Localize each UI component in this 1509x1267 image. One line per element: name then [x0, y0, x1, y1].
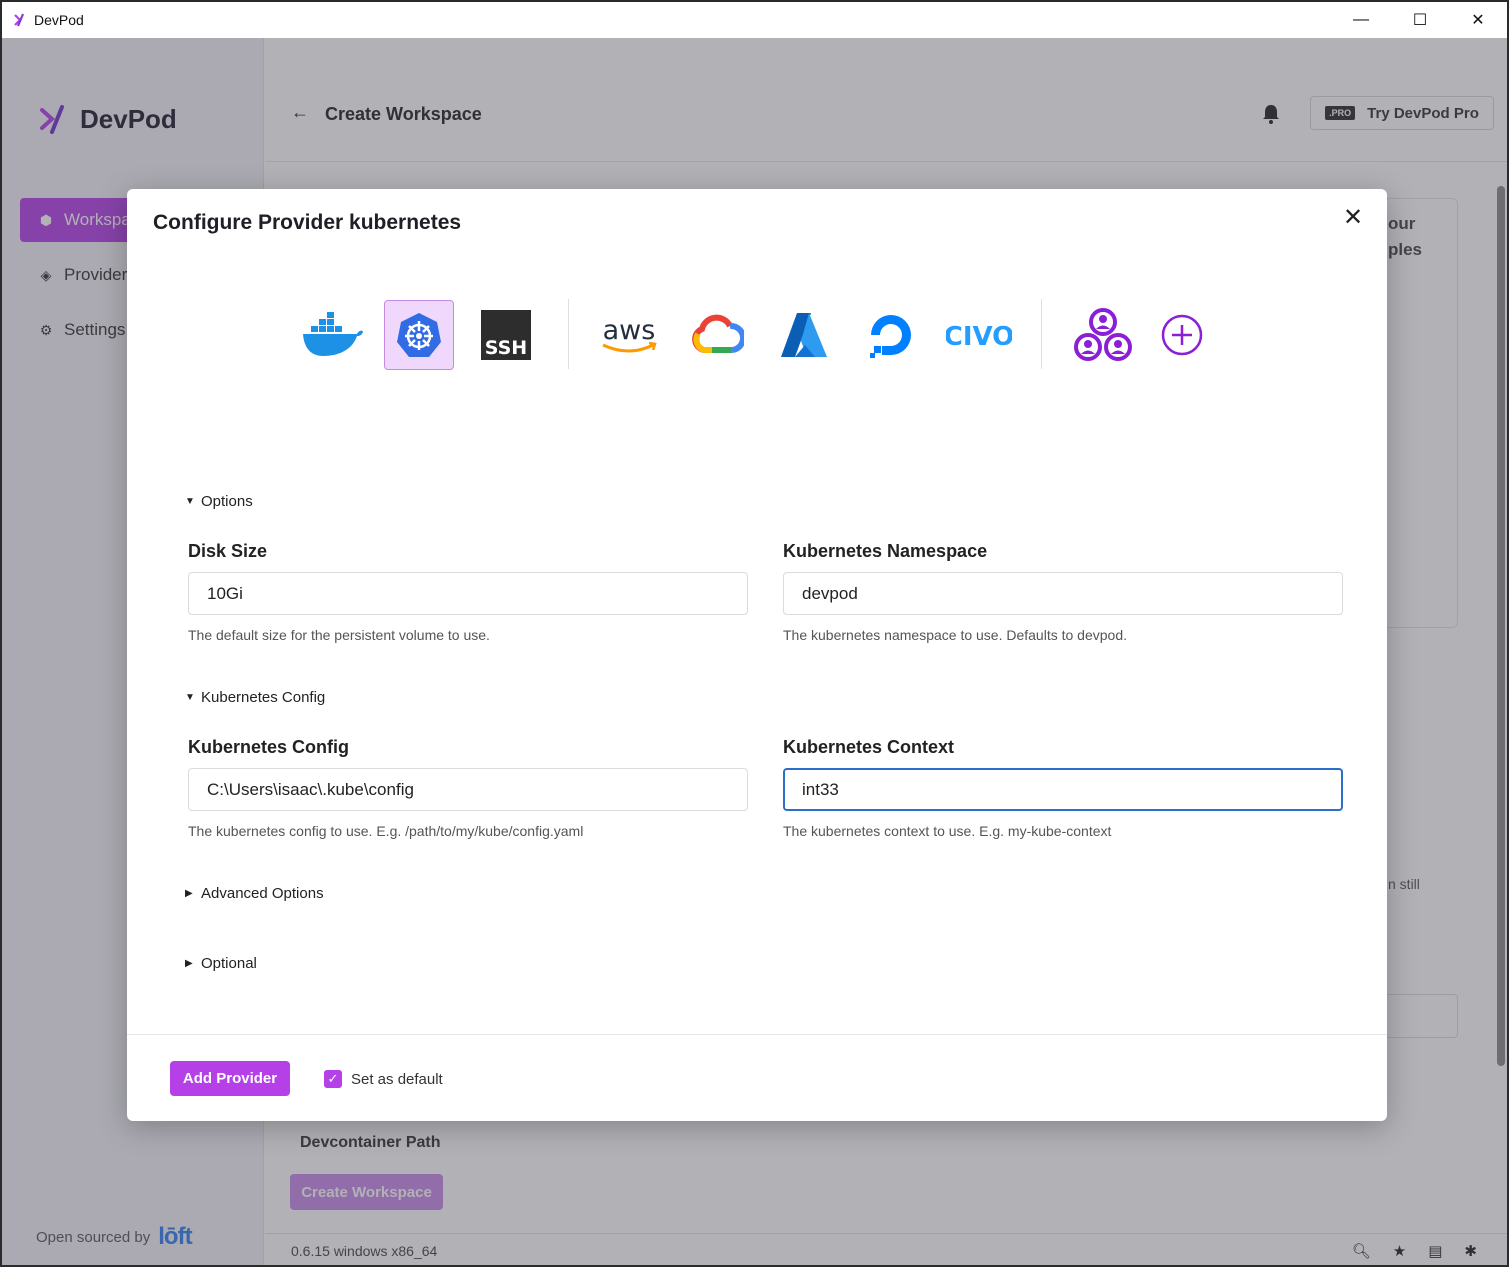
options-label: Options [201, 493, 253, 510]
minimize-button[interactable]: — [1332, 2, 1390, 38]
namespace-input[interactable] [783, 572, 1343, 615]
set-default-checkbox[interactable]: ✓ Set as default [324, 1070, 443, 1088]
aws-icon: aws [602, 315, 657, 353]
provider-separator [568, 299, 569, 369]
docker-icon [303, 312, 363, 356]
kubernetes-config-section-label: Kubernetes Config [201, 689, 326, 706]
add-provider-button[interactable]: Add Provider [170, 1061, 290, 1096]
kube-context-help: The kubernetes context to use. E.g. my-k… [783, 823, 1112, 839]
kubernetes-icon [397, 313, 441, 357]
kube-config-label: Kubernetes Config [188, 737, 350, 757]
advanced-options-label: Advanced Options [201, 885, 324, 902]
kube-context-label: Kubernetes Context [783, 737, 955, 757]
caret-down-icon: ▼ [185, 496, 195, 507]
close-icon[interactable]: ✕ [1343, 203, 1363, 232]
provider-kubernetes[interactable] [384, 300, 454, 370]
provider-docker[interactable] [297, 300, 367, 370]
configure-provider-modal: Configure Provider kubernetes ✕ SSH aws … [127, 189, 1387, 1121]
disk-size-input[interactable] [188, 572, 748, 615]
devpod-logo-icon [14, 13, 25, 27]
plus-circle-icon [1161, 314, 1203, 356]
window-title: DevPod [34, 12, 84, 28]
aws-label: aws [603, 315, 656, 346]
maximize-button[interactable]: ☐ [1391, 2, 1449, 38]
kubernetes-config-toggle[interactable]: ▼ Kubernetes Config [185, 689, 325, 706]
caret-down-icon: ▼ [185, 692, 195, 703]
kube-config-help: The kubernetes config to use. E.g. /path… [188, 823, 584, 839]
optional-toggle[interactable]: ▶ Optional [185, 955, 257, 972]
digitalocean-icon [870, 315, 911, 358]
civo-label: CIVO [946, 322, 1012, 351]
ssh-icon: SSH [481, 310, 531, 360]
advanced-options-toggle[interactable]: ▶ Advanced Options [185, 885, 324, 902]
namespace-help: The kubernetes namespace to use. Default… [783, 627, 1127, 643]
provider-selector: SSH aws CIVO [127, 297, 1387, 373]
provider-ssh[interactable]: SSH [471, 300, 541, 370]
window-close-button[interactable]: ✕ [1449, 2, 1507, 38]
google-cloud-icon [692, 314, 744, 353]
provider-civo[interactable]: CIVO [944, 300, 1014, 370]
kube-config-input[interactable] [188, 768, 748, 811]
set-default-label: Set as default [351, 1070, 443, 1088]
app-window: DevPod — ☐ ✕ DevPod ⬢ Workspaces ◈ Provi… [0, 0, 1509, 1267]
optional-label: Optional [201, 955, 257, 972]
provider-azure[interactable] [769, 300, 839, 370]
provider-aws[interactable]: aws [594, 300, 664, 370]
caret-right-icon: ▶ [185, 958, 193, 969]
azure-icon [781, 313, 827, 357]
provider-digitalocean[interactable] [856, 300, 926, 370]
provider-separator [1041, 299, 1042, 369]
title-bar: DevPod — ☐ ✕ [2, 2, 1507, 38]
checkmark-icon[interactable]: ✓ [324, 1070, 342, 1088]
provider-community[interactable] [1068, 300, 1138, 370]
civo-icon: CIVO [946, 322, 1012, 351]
modal-footer: Add Provider ✓ Set as default [127, 1034, 1387, 1121]
disk-size-help: The default size for the persistent volu… [188, 627, 490, 643]
provider-gcloud[interactable] [682, 300, 752, 370]
options-toggle[interactable]: ▼ Options [185, 493, 253, 510]
community-providers-icon [1074, 308, 1132, 361]
namespace-label: Kubernetes Namespace [783, 541, 988, 561]
provider-custom[interactable] [1147, 300, 1217, 370]
ssh-label: SSH [485, 337, 527, 359]
caret-right-icon: ▶ [185, 888, 193, 899]
modal-title: Configure Provider kubernetes [153, 211, 462, 234]
disk-size-label: Disk Size [188, 541, 268, 561]
kube-context-input[interactable] [783, 768, 1343, 811]
